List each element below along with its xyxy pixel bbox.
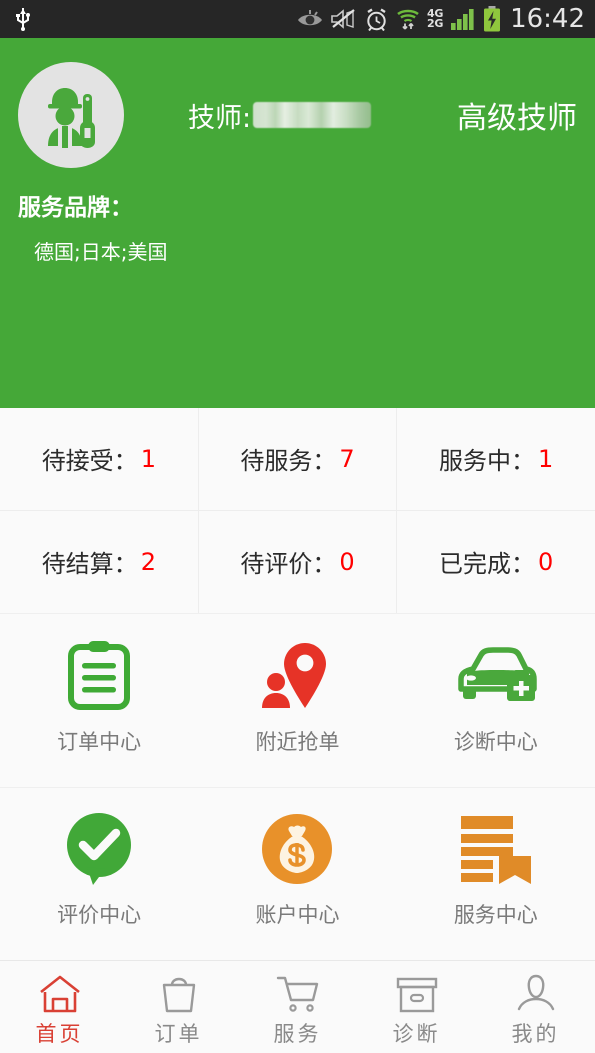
technician-level-badge: 高级技师 bbox=[457, 101, 577, 136]
mute-icon bbox=[331, 9, 355, 29]
map-pin-person-icon bbox=[262, 642, 327, 708]
car-medical-icon bbox=[458, 647, 537, 701]
app-screen: 4G 2G 16:42 技师: 高级技师 服务品牌： 德国;日本;美国 待接受：… bbox=[0, 0, 595, 1053]
tab-mine[interactable]: 我的 bbox=[476, 961, 595, 1053]
stat-cell-completed[interactable]: 已完成： 0 bbox=[397, 511, 595, 614]
money-bag-icon bbox=[262, 814, 333, 885]
profile-header: 技师: 高级技师 服务品牌： 德国;日本;美国 bbox=[0, 38, 595, 408]
order-stats-grid: 待接受： 1 待服务： 7 服务中： 1 待结算： 2 待评价： 0 已完成： bbox=[0, 408, 595, 613]
stat-value: 0 bbox=[538, 547, 554, 576]
technician-label: 技师: bbox=[188, 102, 252, 134]
feature-service-center[interactable]: 服务中心 bbox=[397, 788, 595, 961]
technician-name: 技师: bbox=[188, 96, 372, 135]
feature-grid: 订单中心 附近抢单 诊断中心 评价中心 账户中心 服务中心 bbox=[0, 613, 595, 960]
stat-value: 0 bbox=[339, 547, 355, 576]
cart-icon bbox=[276, 976, 318, 1012]
signal-icon bbox=[451, 9, 474, 30]
status-bar: 4G 2G 16:42 bbox=[0, 0, 595, 38]
check-bubble-icon bbox=[67, 813, 132, 886]
tab-label: 我的 bbox=[511, 1021, 560, 1046]
feature-nearby-orders[interactable]: 附近抢单 bbox=[198, 614, 396, 787]
clock: 16:42 bbox=[510, 4, 585, 34]
box-icon bbox=[396, 977, 437, 1012]
wifi-icon bbox=[397, 9, 419, 30]
tab-home[interactable]: 首页 bbox=[0, 961, 119, 1053]
stat-label: 待评价： bbox=[240, 550, 337, 579]
shopping-bag-icon bbox=[162, 977, 195, 1012]
home-icon bbox=[39, 975, 80, 1012]
tab-label: 诊断 bbox=[392, 1021, 441, 1046]
bottom-navigation: 首页 订单 服务 诊断 我的 bbox=[0, 960, 595, 1053]
tab-label: 订单 bbox=[154, 1021, 203, 1046]
technician-name-redacted bbox=[253, 102, 372, 128]
stat-cell-pending-service[interactable]: 待服务： 7 bbox=[198, 408, 398, 511]
feature-label: 订单中心 bbox=[57, 729, 142, 754]
stat-label: 待结算： bbox=[41, 550, 138, 579]
network-type: 4G 2G bbox=[426, 7, 444, 30]
stat-value: 1 bbox=[538, 444, 554, 473]
service-brand-label: 服务品牌： bbox=[18, 195, 133, 221]
technician-avatar-icon bbox=[48, 88, 95, 148]
feature-label: 账户中心 bbox=[255, 903, 340, 928]
tab-label: 首页 bbox=[35, 1021, 84, 1046]
feature-label: 评价中心 bbox=[57, 903, 142, 928]
stat-value: 1 bbox=[140, 444, 156, 473]
tab-diagnosis[interactable]: 诊断 bbox=[357, 961, 476, 1053]
feature-label: 服务中心 bbox=[453, 903, 538, 928]
feature-row: 评价中心 账户中心 服务中心 bbox=[0, 788, 595, 961]
clipboard-icon bbox=[68, 640, 131, 710]
avatar[interactable] bbox=[18, 62, 124, 168]
feature-row: 订单中心 附近抢单 诊断中心 bbox=[0, 614, 595, 788]
service-brand-value: 德国;日本;美国 bbox=[34, 240, 168, 264]
stat-label: 待服务： bbox=[240, 447, 337, 476]
alarm-icon bbox=[367, 7, 386, 31]
stat-value: 7 bbox=[339, 444, 355, 473]
feature-account-center[interactable]: 账户中心 bbox=[198, 788, 396, 961]
stat-label: 服务中： bbox=[439, 447, 536, 476]
tab-orders[interactable]: 订单 bbox=[119, 961, 238, 1053]
stat-value: 2 bbox=[140, 547, 156, 576]
battery-charging-icon bbox=[484, 6, 501, 32]
tab-label: 服务 bbox=[273, 1021, 322, 1046]
stat-label: 已完成： bbox=[439, 550, 536, 579]
person-icon bbox=[517, 974, 554, 1010]
stat-cell-pending-accept[interactable]: 待接受： 1 bbox=[0, 408, 199, 511]
stat-label: 待接受： bbox=[41, 447, 138, 476]
stat-cell-pending-settlement[interactable]: 待结算： 2 bbox=[0, 510, 199, 613]
feature-label: 附近抢单 bbox=[255, 729, 340, 754]
stat-cell-in-service[interactable]: 服务中： 1 bbox=[397, 408, 595, 511]
stat-cell-pending-review[interactable]: 待评价： 0 bbox=[199, 510, 398, 613]
feature-order-center[interactable]: 订单中心 bbox=[0, 614, 198, 787]
tab-service[interactable]: 服务 bbox=[238, 961, 357, 1053]
network-secondary: 2G bbox=[426, 17, 444, 30]
list-bookmark-icon bbox=[460, 816, 531, 885]
eye-icon bbox=[297, 10, 322, 26]
feature-review-center[interactable]: 评价中心 bbox=[0, 788, 198, 961]
feature-diagnosis-center[interactable]: 诊断中心 bbox=[397, 614, 595, 787]
stats-row: 待结算： 2 待评价： 0 已完成： 0 bbox=[0, 510, 595, 614]
usb-icon bbox=[16, 8, 30, 31]
feature-label: 诊断中心 bbox=[453, 729, 538, 754]
stats-row: 待接受： 1 待服务： 7 服务中： 1 bbox=[0, 408, 595, 511]
